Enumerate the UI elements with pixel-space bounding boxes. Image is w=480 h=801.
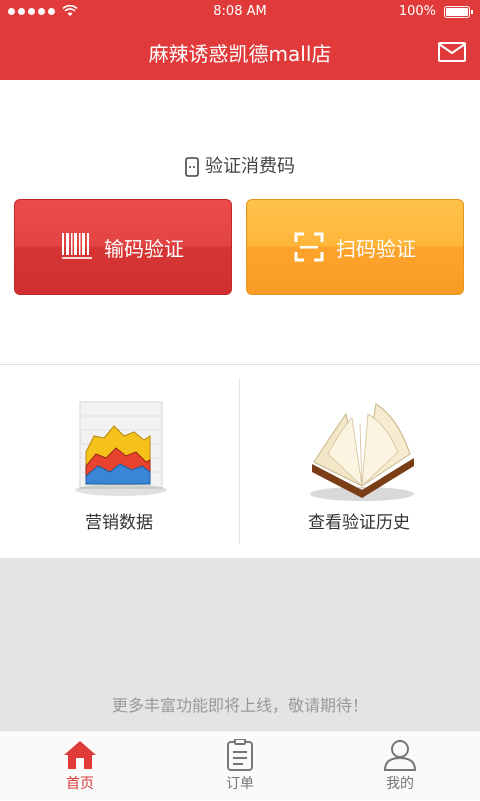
coming-soon-text: 更多丰富功能即将上线，敬请期待！	[111, 696, 368, 715]
tab-home-label: 首页	[66, 776, 94, 792]
tab-bar: 首页 订单 我的	[0, 730, 480, 800]
tab-home[interactable]: 首页	[0, 731, 160, 801]
order-icon	[227, 739, 253, 771]
verify-section-title: 验证消费码	[0, 152, 480, 178]
user-icon	[383, 740, 417, 771]
mail-icon[interactable]	[438, 42, 466, 62]
tab-orders[interactable]: 订单	[160, 731, 320, 801]
scan-code-button[interactable]: 扫码验证	[246, 199, 464, 295]
marketing-data-tile[interactable]: 营销数据	[0, 380, 238, 550]
verify-history-tile[interactable]: 查看验证历史	[240, 380, 478, 550]
chart-icon	[75, 401, 167, 496]
barcode-icon	[62, 233, 92, 259]
coming-soon-area: 更多丰富功能即将上线，敬请期待！	[0, 558, 480, 730]
scan-code-label: 扫码验证	[336, 236, 416, 261]
tab-orders-label: 订单	[226, 776, 254, 792]
section-divider	[0, 364, 480, 365]
battery-icon	[444, 6, 473, 18]
verify-title-text: 验证消费码	[205, 156, 295, 177]
tab-profile[interactable]: 我的	[320, 731, 480, 801]
page-title: 麻辣诱惑凯德mall店	[148, 42, 332, 66]
verify-history-label: 查看验证历史	[308, 513, 410, 533]
phone-icon	[185, 157, 199, 177]
status-bar: 8:08 AM 100%	[0, 0, 480, 24]
book-icon	[310, 403, 414, 501]
scan-icon	[294, 232, 324, 262]
marketing-data-label: 营销数据	[85, 513, 153, 533]
tab-profile-label: 我的	[386, 776, 414, 792]
input-code-button[interactable]: 输码验证	[14, 199, 232, 295]
header: 麻辣诱惑凯德mall店	[0, 24, 480, 80]
input-code-label: 输码验证	[104, 236, 184, 261]
home-icon	[64, 741, 96, 769]
battery-percent: 100%	[398, 4, 436, 19]
